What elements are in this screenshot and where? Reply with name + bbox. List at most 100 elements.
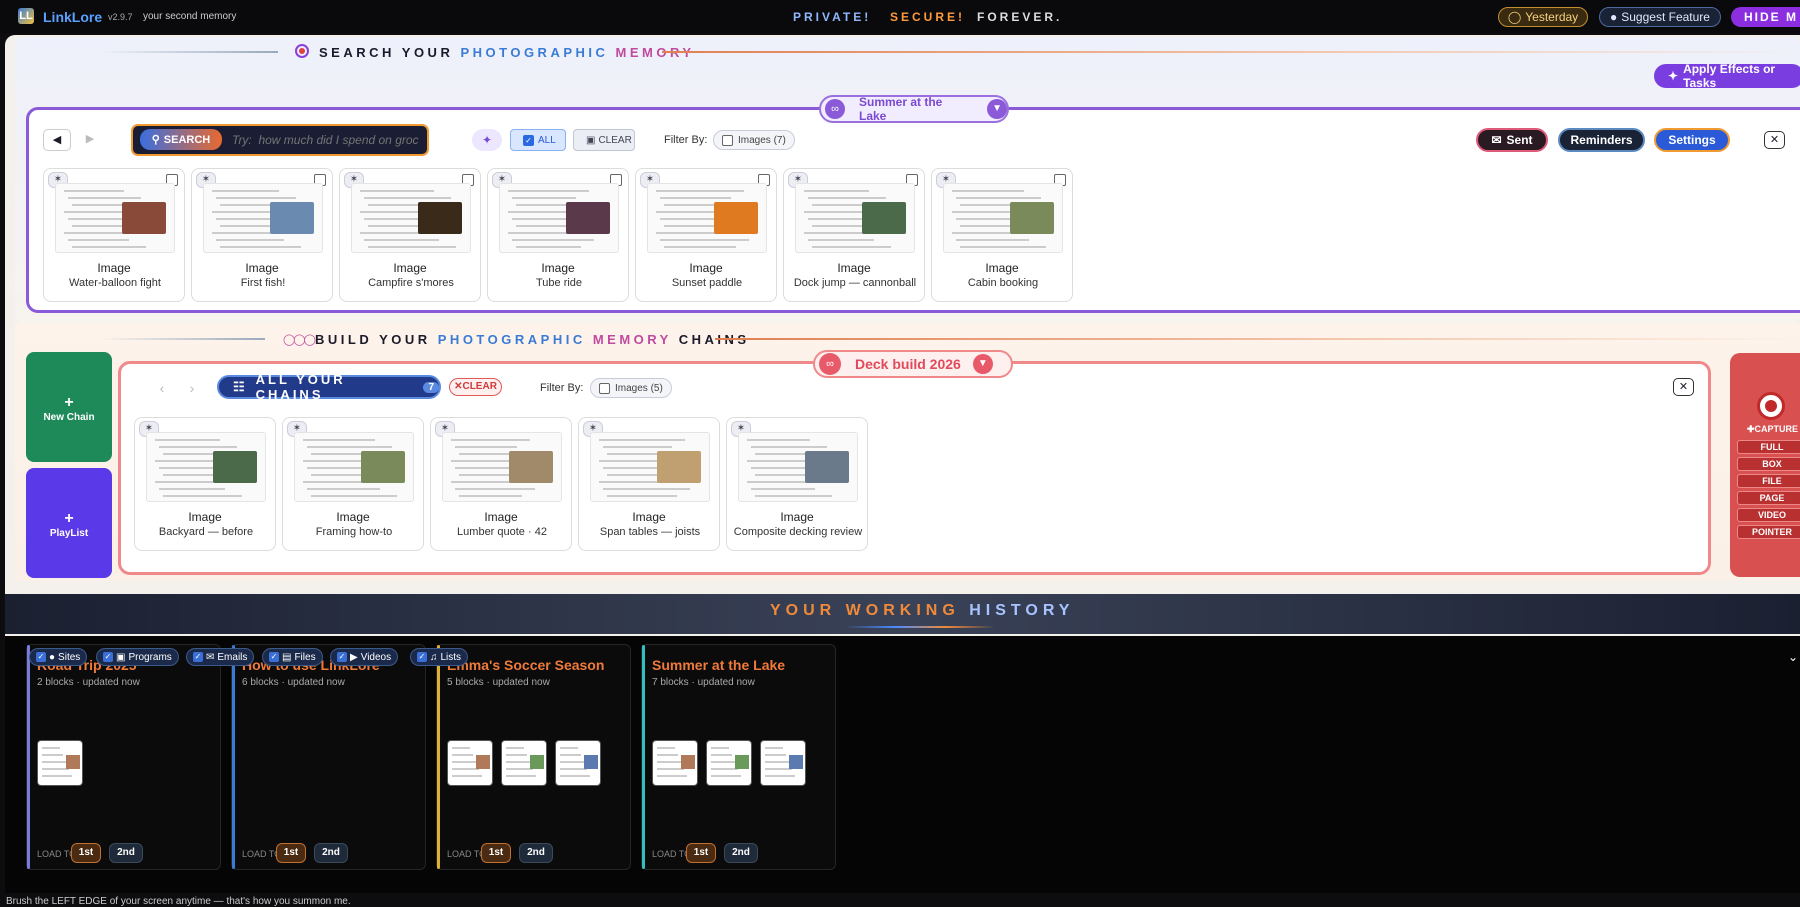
hide-button[interactable]: HIDE M [1731,7,1800,27]
history-card-accent [232,645,235,869]
capture-option-button[interactable]: VIDEO [1737,508,1800,522]
filter-icon: ▤ [282,651,292,663]
load-first-button[interactable]: 1st [71,843,101,863]
card-name: Span tables — joists [599,526,701,538]
history-thumbnail[interactable] [555,740,601,786]
chain-forward-icon[interactable]: › [181,377,203,399]
playlist-button[interactable]: + PlayList [26,468,112,578]
history-card[interactable]: Emma's Soccer Season 5 blocks · updated n… [436,644,631,870]
chain-selector[interactable]: ∞ Summer at the Lake ▼ [819,95,1009,123]
filter-label: Files [294,651,316,663]
new-chain-button[interactable]: + New Chain [26,352,112,462]
card-type: Image [188,510,222,524]
reminders-button[interactable]: Reminders [1558,128,1645,152]
history-card[interactable]: Summer at the Lake 7 blocks · updated now… [641,644,836,870]
memory-card[interactable]: ✶ Image Span tables — joists [578,417,720,551]
search-input[interactable] [232,130,424,150]
yesterday-button[interactable]: ◯ Yesterday [1498,7,1588,27]
memory-card[interactable]: ✶ Image First fish! [191,168,333,302]
history-filter-chip[interactable]: ✓ ● Sites [29,648,88,666]
card-name: Campfire s'mores [368,277,454,289]
link-icon: ∞ [825,99,845,119]
settings-button[interactable]: Settings [1654,128,1730,152]
apply-effects-button[interactable]: ✦ Apply Effects or Tasks [1654,62,1800,90]
history-thumbnail[interactable] [652,740,698,786]
page-image [1010,202,1054,234]
forward-arrow-icon[interactable]: ▶ [78,129,102,151]
history-filter-chip[interactable]: ✓ ▣ Programs [96,648,179,666]
capture-option-button[interactable]: POINTER [1737,525,1800,539]
target-icon [295,44,309,58]
capture-option-button[interactable]: FILE [1737,474,1800,488]
history-card[interactable]: How to use LinkLore6 blocks · updated no… [231,644,426,870]
page-thumbnail [294,432,414,502]
filter-icon: ♫ [430,651,438,663]
card-type: Image [336,510,370,524]
card-name: Framing how-to [315,526,393,538]
search-button[interactable]: ⚲ SEARCH [140,129,222,150]
card-type: Image [484,510,518,524]
history-thumbnail[interactable] [447,740,493,786]
load-second-button[interactable]: 2nd [109,843,143,863]
filter-label: Videos [360,651,392,663]
chains-icon: ☷ [233,379,248,394]
clear-chains-button[interactable]: ✕CLEAR [449,378,502,396]
pin-filter-icon[interactable]: ✦ [472,129,502,151]
capture-option-button[interactable]: FULL [1737,440,1800,454]
memory-card[interactable]: ✶ Image Sunset paddle [635,168,777,302]
load-second-button[interactable]: 2nd [724,843,758,863]
history-filter-chip[interactable]: ✓ ▤ Files [262,648,323,666]
history-card-title: Summer at the Lake [652,657,786,673]
capture-target-icon[interactable] [1757,392,1785,420]
memory-card[interactable]: ✶ Image Water-balloon fight [43,168,185,302]
history-filter-chip[interactable]: ✓ ✉ Emails [186,648,255,666]
select-all-button[interactable]: ✓ ALL [510,129,566,151]
back-arrow-icon[interactable]: ◀ [43,129,71,151]
page-thumbnail [203,183,323,253]
chevron-down-icon[interactable]: ▼ [972,354,993,374]
memory-card[interactable]: ✶ Image Campfire s'mores [339,168,481,302]
checkbox-icon [722,134,733,146]
all-chains-button[interactable]: ☷ ALL YOUR CHAINS 7 [217,372,441,402]
app-logo-icon: LL [18,8,34,24]
capture-option-button[interactable]: BOX [1737,457,1800,471]
memory-card[interactable]: ✶ Image Dock jump — cannonball [783,168,925,302]
card-name: Backyard — before [158,526,254,538]
suggest-feature-button[interactable]: ● Suggest Feature [1599,7,1721,27]
history-card[interactable]: Road Trip 2025 2 blocks · updated now LOAD… [26,644,221,870]
memory-card[interactable]: ✶ Image Composite decking review [726,417,868,551]
chain-back-icon[interactable]: ‹ [151,377,173,399]
history-filter-chip[interactable]: ✓ ▶ Videos [330,648,399,666]
history-thumbnail[interactable] [760,740,806,786]
capture-option-button[interactable]: PAGE [1737,491,1800,505]
load-first-button[interactable]: 1st [481,843,511,863]
active-chain-selector[interactable]: ∞ Deck build 2026 ▼ [813,350,1013,378]
app-version: v2.9.7 [108,12,133,22]
clear-icon: ▣ [586,134,596,146]
load-first-button[interactable]: 1st [686,843,716,863]
memory-card[interactable]: ✶ Image Framing how-to [282,417,424,551]
motto-private: PRIVATE! [793,10,872,24]
history-thumbnail[interactable] [37,740,83,786]
close-icon[interactable]: ✕ [1673,378,1694,396]
load-second-button[interactable]: 2nd [314,843,348,863]
history-thumbnail[interactable] [706,740,752,786]
memory-card[interactable]: ✶ Image Tube ride [487,168,629,302]
page-thumbnail [351,183,471,253]
filter-icon: ✉ [206,651,215,663]
chevron-down-icon[interactable]: ▼ [987,99,1008,119]
load-first-button[interactable]: 1st [276,843,306,863]
memory-card[interactable]: ✶ Image Lumber quote · 42 [430,417,572,551]
history-thumbnail[interactable] [501,740,547,786]
filter-images-chip[interactable]: Images (7) [713,130,795,150]
sent-button[interactable]: ✉ Sent [1476,128,1548,152]
close-icon[interactable]: ✕ [1764,131,1785,149]
load-second-button[interactable]: 2nd [519,843,553,863]
chevron-down-icon[interactable]: ⌄ [1788,650,1798,664]
filter-images-chip[interactable]: Images (5) [590,378,672,398]
page-thumbnail [55,183,175,253]
memory-card[interactable]: ✶ Image Cabin booking [931,168,1073,302]
history-filter-chip[interactable]: ✓ ♫ Lists [410,648,469,666]
memory-card[interactable]: ✶ Image Backyard — before [134,417,276,551]
clear-selection-button[interactable]: ▣ CLEAR [573,129,635,151]
